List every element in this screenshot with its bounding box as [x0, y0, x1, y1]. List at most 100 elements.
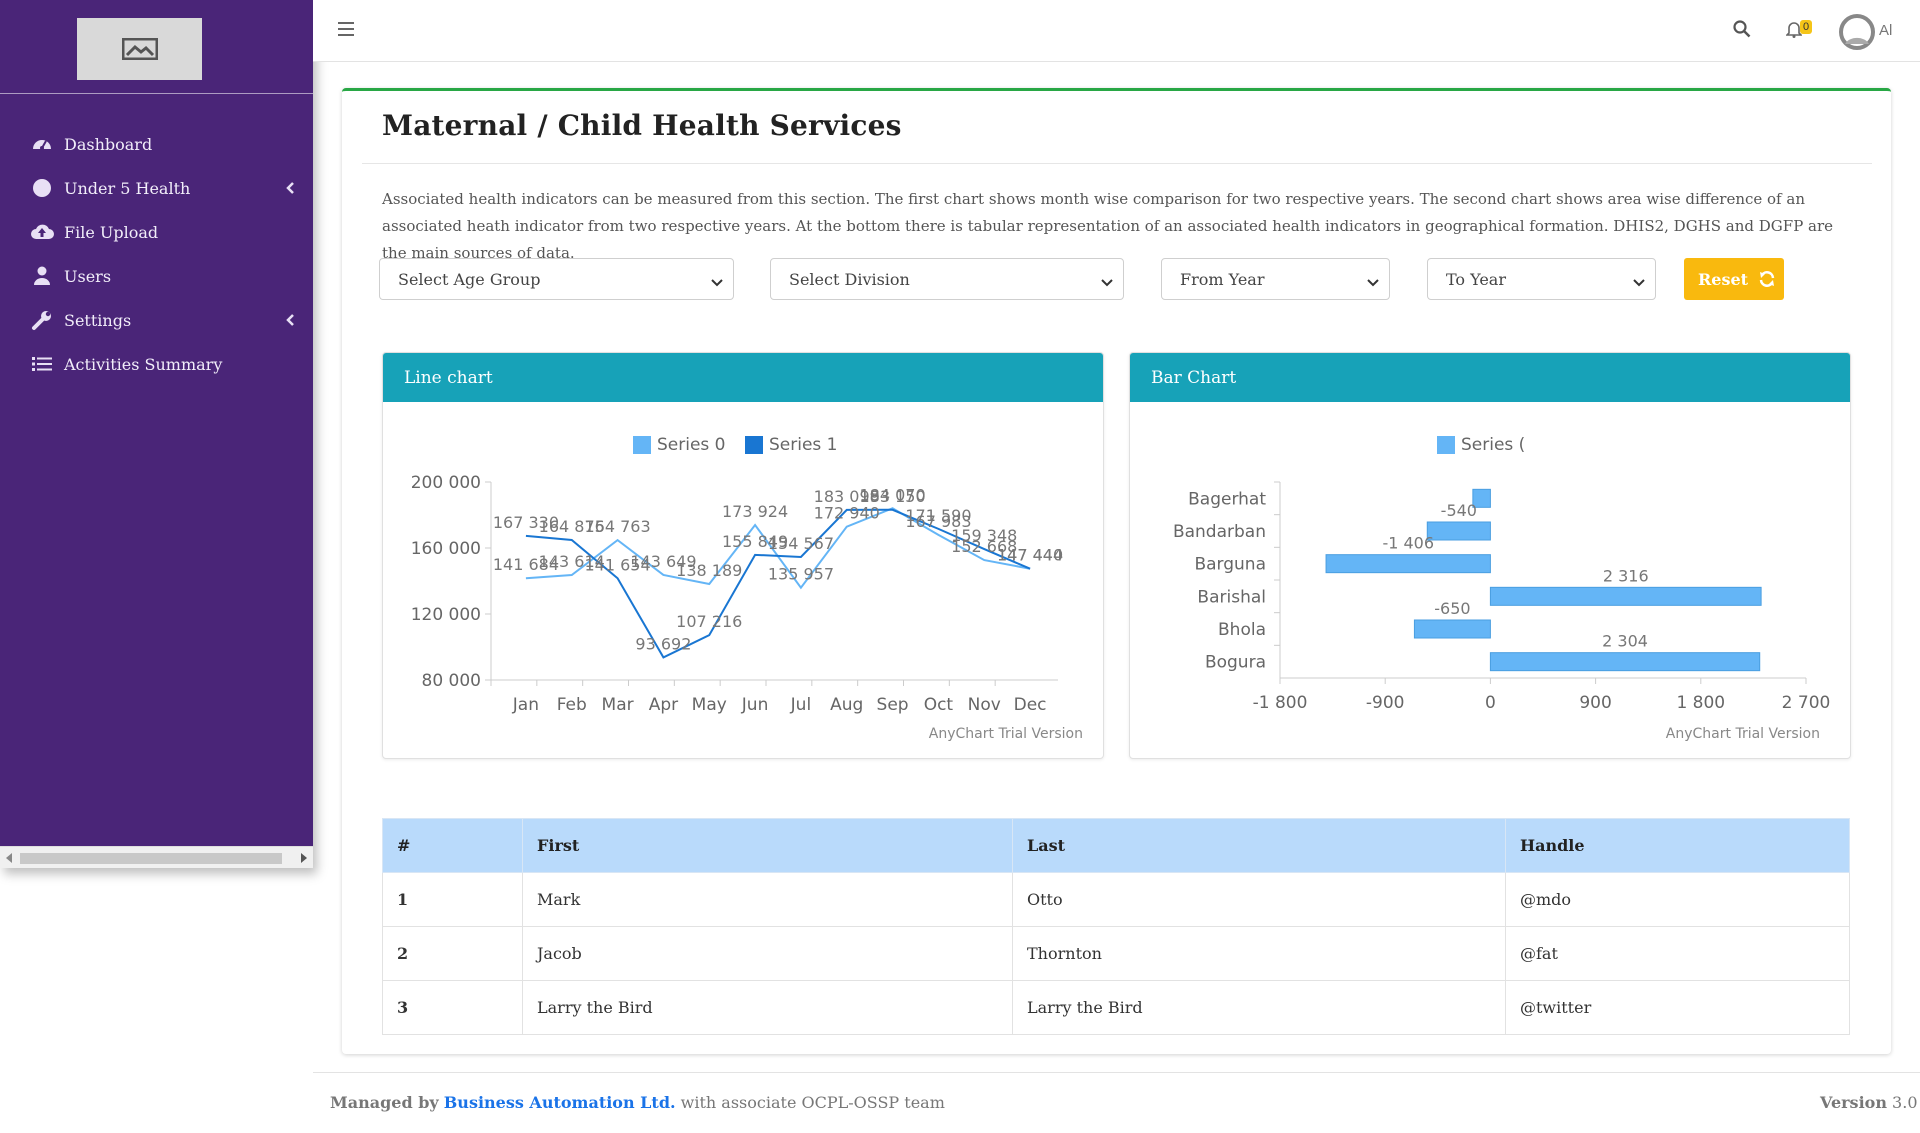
x-tick-label: Oct: [924, 695, 954, 715]
table-cell: Larry the Bird: [522, 980, 1013, 1035]
table-row: 1 Mark Otto @mdo: [382, 872, 1850, 927]
footer-company-link[interactable]: Business Automation Ltd.: [444, 1093, 676, 1112]
age-group-select[interactable]: Select Age Group: [379, 258, 734, 300]
title-divider: [362, 163, 1872, 164]
bar-chart-panel: Bar Chart Series (-1 800 -900 0 900 1 800 2 7…: [1129, 352, 1851, 759]
sidebar-item-users[interactable]: Users: [0, 254, 313, 298]
sidebar-item-file-upload[interactable]: File Upload: [0, 210, 313, 254]
x-tick-label: Apr: [649, 695, 678, 715]
table-cell: @twitter: [1505, 980, 1850, 1035]
x-tick-label: May: [692, 695, 727, 715]
sidebar-item-settings[interactable]: Settings: [0, 298, 313, 342]
user-avatar-icon[interactable]: [1837, 14, 1877, 54]
x-tick-label: Mar: [602, 695, 634, 715]
table-cell: 1: [382, 872, 523, 927]
to-year-select[interactable]: To Year: [1427, 258, 1656, 300]
sidebar-item-label: Settings: [64, 310, 132, 330]
x-tick-label: Dec: [1014, 695, 1047, 715]
notification-badge: 0: [1800, 20, 1813, 34]
table-cell: 2: [382, 926, 523, 981]
table-cell: Larry the Bird: [1012, 980, 1506, 1035]
line-chart-panel: Line chart Series 0 Series 1 80 000 120 000…: [382, 352, 1104, 759]
top-navbar: 0 Al: [313, 0, 1920, 62]
tachometer-icon: [30, 132, 54, 156]
sidebar-item-dashboard[interactable]: Dashboard: [0, 122, 313, 166]
user-icon: [30, 264, 54, 288]
x-tick-label: 0: [1485, 693, 1496, 713]
sidebar-item-activities-summary[interactable]: Activities Summary: [0, 342, 313, 386]
table-row: 2 Jacob Thornton @fat: [382, 926, 1850, 981]
data-label: 93 692: [635, 634, 691, 653]
from-year-select-value: From Year: [1180, 269, 1265, 289]
table-header-cell: Handle: [1505, 818, 1850, 873]
x-tick-label: Jun: [741, 695, 769, 715]
table-cell: Mark: [522, 872, 1013, 927]
legend-marker: [633, 436, 651, 454]
division-select-value: Select Division: [789, 269, 910, 289]
user-name[interactable]: Al: [1879, 22, 1892, 39]
sidebar-horizontal-scrollbar[interactable]: [0, 846, 313, 868]
bar: [1426, 521, 1491, 541]
reset-button[interactable]: Reset: [1684, 258, 1784, 300]
footer-managed-by: Managed by: [330, 1093, 439, 1112]
division-select[interactable]: Select Division: [770, 258, 1124, 300]
table-row: 3 Larry the Bird Larry the Bird @twitter: [382, 980, 1850, 1035]
circle-icon: [30, 176, 54, 200]
footer-suffix: with associate OCPL-OSSP team: [680, 1093, 945, 1112]
sidebar-item-label: Under 5 Health: [64, 178, 191, 198]
x-tick-label: -900: [1366, 693, 1405, 713]
bar: [1413, 619, 1491, 639]
page-description: Associated health indicators can be meas…: [382, 190, 1834, 262]
watermark-label: AnyChart Trial Version: [929, 726, 1083, 742]
chevron-down-icon: [1633, 273, 1645, 292]
data-label: 173 924: [722, 502, 788, 521]
footer-version-label: Version: [1820, 1093, 1887, 1112]
data-label: 172 940: [814, 504, 880, 523]
y-tick-label: Bhola: [1218, 620, 1266, 640]
bar: [1489, 586, 1762, 606]
legend-label: Series 1: [769, 435, 838, 455]
line-chart: Series 0 Series 1 80 000 120 000 160 000 200 …: [411, 435, 1083, 742]
data-label: 135 957: [768, 565, 834, 584]
scroll-left-arrow-icon[interactable]: [6, 853, 12, 863]
table-header-row: # First Last Handle: [382, 818, 1850, 873]
x-tick-label: -1 800: [1253, 693, 1308, 713]
search-icon[interactable]: [1733, 20, 1751, 42]
data-label: -540: [1441, 501, 1477, 520]
list-icon: [30, 352, 54, 376]
scrollbar-thumb[interactable]: [20, 853, 282, 864]
footer-version-value: 3.0: [1892, 1093, 1918, 1112]
data-label: 138 189: [676, 561, 742, 580]
main-card: Maternal / Child Health Services Associa…: [342, 88, 1891, 1054]
data-label: 107 216: [676, 612, 742, 631]
legend-label: Series 0: [657, 435, 726, 455]
y-tick-label: Bandarban: [1173, 522, 1266, 542]
chevron-left-icon: [285, 312, 295, 331]
y-tick-label: 200 000: [411, 473, 481, 493]
table-cell: @fat: [1505, 926, 1850, 981]
image-icon: [121, 38, 158, 60]
table-cell: Jacob: [522, 926, 1013, 981]
menu-toggle-icon[interactable]: [338, 22, 354, 36]
page-title: Maternal / Child Health Services: [382, 109, 902, 142]
footer-divider: [313, 1072, 1920, 1073]
chevron-down-icon: [1101, 273, 1113, 292]
bar-chart: Series (-1 800 -900 0 900 1 800 2 700 Bagerhat…: [1173, 435, 1830, 742]
x-tick-label: Jul: [790, 695, 812, 715]
from-year-select[interactable]: From Year: [1161, 258, 1390, 300]
bar: [1325, 554, 1491, 574]
data-table: # First Last Handle 1 Mark Otto @mdo 2 J…: [382, 818, 1850, 1035]
y-tick-label: Barishal: [1197, 587, 1266, 607]
data-label: -650: [1434, 599, 1470, 618]
x-tick-label: Aug: [830, 695, 863, 715]
data-label: 164 763: [584, 517, 650, 536]
sidebar-item-label: Dashboard: [64, 134, 153, 154]
legend-label: Series (: [1461, 435, 1525, 455]
data-label: 2 316: [1603, 566, 1649, 585]
table-header-cell: #: [382, 818, 523, 873]
scroll-right-arrow-icon[interactable]: [301, 853, 307, 863]
sidebar-item-under-5-health[interactable]: Under 5 Health: [0, 166, 313, 210]
table-cell: Thornton: [1012, 926, 1506, 981]
bar: [1489, 652, 1761, 672]
logo-placeholder[interactable]: [77, 18, 202, 80]
